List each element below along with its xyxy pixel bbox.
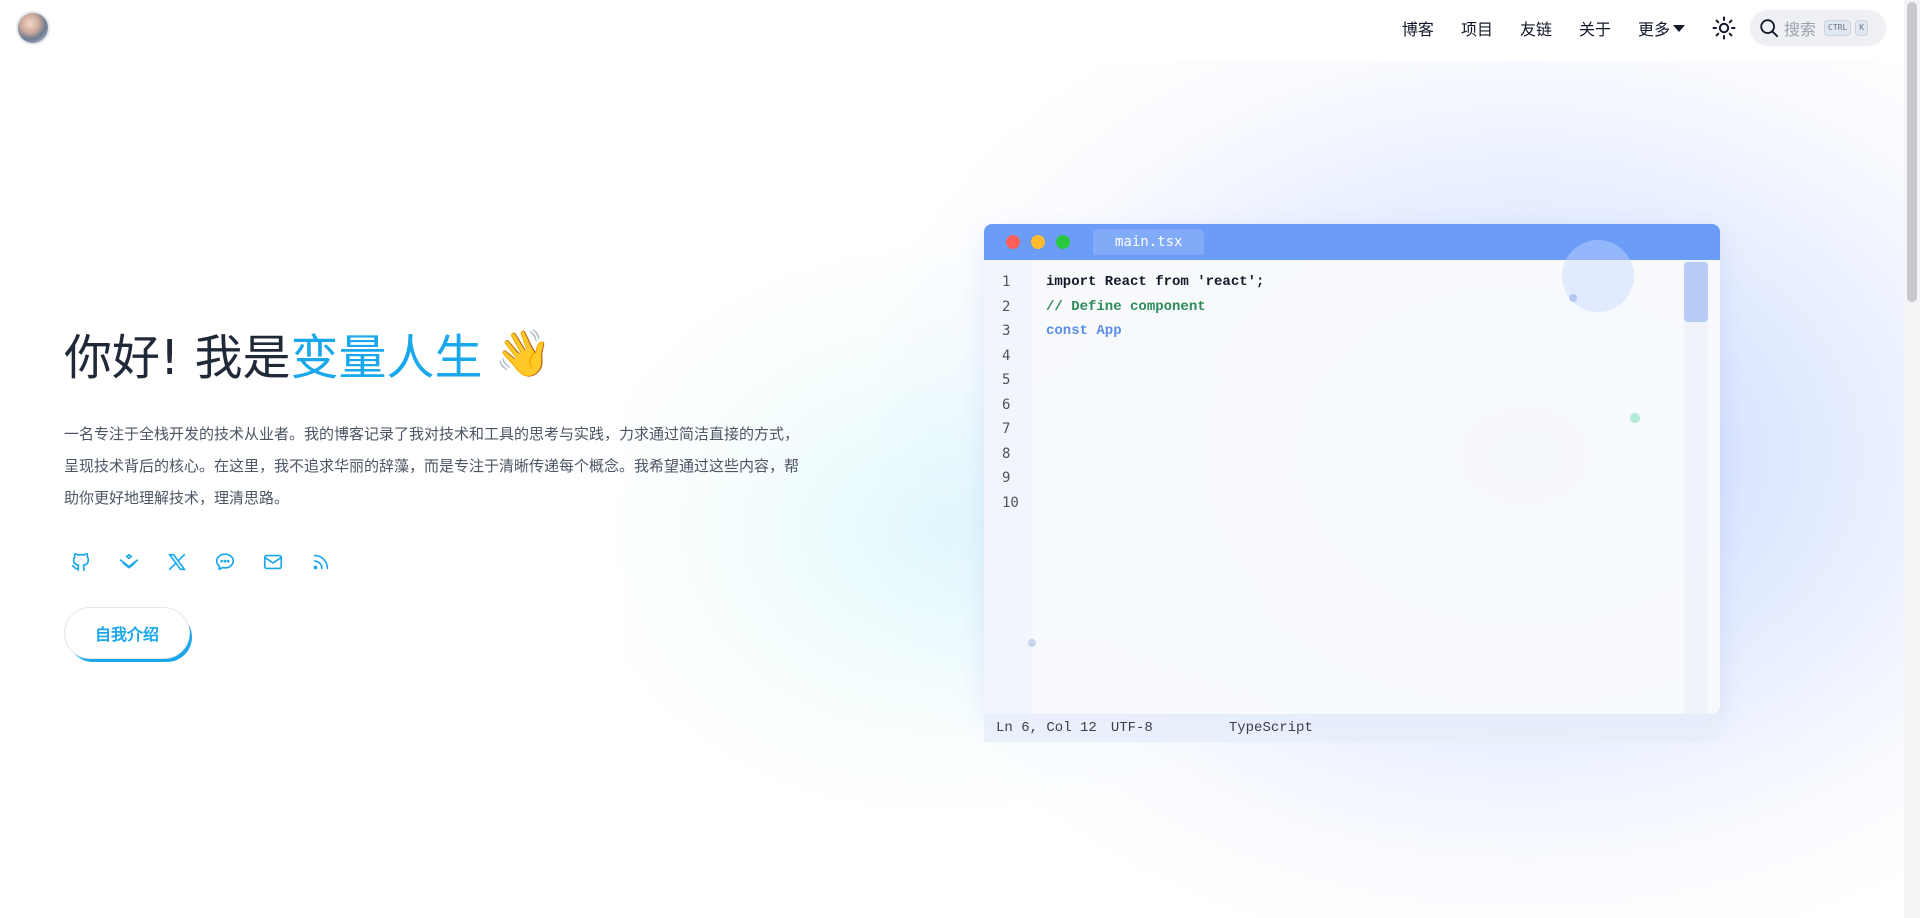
github-icon[interactable] bbox=[68, 549, 94, 575]
x-icon[interactable] bbox=[164, 549, 190, 575]
line-number: 5 bbox=[1002, 372, 1011, 388]
nav-item-more[interactable]: 更多 bbox=[1638, 16, 1685, 40]
code-line: // Define component bbox=[1046, 298, 1206, 315]
rss-icon[interactable] bbox=[308, 549, 334, 575]
line-number: 6 bbox=[1002, 396, 1011, 413]
line-number: 10 bbox=[1002, 494, 1019, 511]
line-number: 1 bbox=[1002, 274, 1011, 290]
editor-status-bar: Ln 6, Col 12 UTF-8 TypeScript bbox=[984, 714, 1720, 742]
editor-scrollbar[interactable] bbox=[1684, 262, 1708, 322]
sun-icon[interactable] bbox=[1712, 16, 1736, 40]
minimize-window-dot[interactable] bbox=[1031, 235, 1045, 249]
nav-item-more-label: 更多 bbox=[1637, 20, 1670, 39]
avatar[interactable] bbox=[16, 11, 50, 45]
top-navbar: 博客 项目 友链 关于 更多 搜索 CTRL K bbox=[0, 0, 1900, 56]
decorative-dot bbox=[1028, 639, 1036, 647]
search-icon bbox=[1758, 17, 1780, 39]
juejin-icon[interactable] bbox=[116, 549, 142, 575]
caret-down-icon bbox=[1673, 24, 1685, 32]
page-scroll-thumb[interactable] bbox=[1907, 2, 1917, 302]
hero-name: 变量人生 bbox=[290, 330, 483, 386]
line-number: 8 bbox=[1002, 445, 1011, 462]
file-encoding: UTF-8 bbox=[1110, 720, 1153, 736]
kbd-ctrl: CTRL bbox=[1824, 20, 1852, 36]
code-lines: import React from 'react'; // Define comp… bbox=[1032, 260, 1720, 714]
main-nav: 博客 项目 友链 关于 更多 搜索 CTRL K bbox=[1402, 10, 1886, 46]
mail-icon[interactable] bbox=[260, 549, 286, 575]
search-input[interactable]: 搜索 CTRL K bbox=[1750, 10, 1886, 46]
editor-tab[interactable]: main.tsx bbox=[1093, 229, 1205, 255]
intro-button[interactable]: 自我介绍 bbox=[64, 607, 190, 659]
nav-item-projects[interactable]: 项目 bbox=[1461, 16, 1493, 40]
editor-scroll-track bbox=[1684, 260, 1708, 714]
hero-description: 一名专注于全栈开发的技术从业者。我的博客记录了我对技术和工具的思考与实践，力求通… bbox=[64, 425, 800, 507]
line-number: 4 bbox=[1002, 347, 1011, 364]
close-window-dot[interactable] bbox=[1006, 235, 1020, 249]
code-editor-window: main.tsx 1 2 3 4 5 6 7 8 9 10 import React from '… bbox=[984, 224, 1720, 714]
decorative-dot bbox=[1569, 294, 1577, 302]
code-line: const App bbox=[1046, 323, 1131, 339]
nav-item-about[interactable]: 关于 bbox=[1579, 16, 1611, 40]
hero-title: 你好! 我是 变量人生 👋 bbox=[64, 318, 552, 388]
line-number-gutter: 1 2 3 4 5 6 7 8 9 10 bbox=[984, 260, 1032, 714]
page-scrollbar[interactable] bbox=[1904, 0, 1920, 918]
editor-titlebar: main.tsx bbox=[984, 224, 1720, 312]
waving-hand-icon: 👋 bbox=[494, 325, 552, 380]
editor-body: 1 2 3 4 5 6 7 8 9 10 import React from 'react'; //… bbox=[984, 260, 1720, 714]
line-number: 7 bbox=[1002, 421, 1011, 437]
nav-item-friends[interactable]: 友链 bbox=[1520, 16, 1552, 40]
nav-item-blog[interactable]: 博客 bbox=[1402, 16, 1434, 40]
code-line: import React from 'react'; bbox=[1046, 274, 1265, 290]
kbd-k: K bbox=[1855, 20, 1869, 36]
hero-greeting: 你好! 我是 bbox=[64, 330, 291, 386]
wechat-icon[interactable] bbox=[212, 549, 238, 575]
line-number: 3 bbox=[1002, 323, 1011, 339]
decorative-dot bbox=[1630, 413, 1640, 423]
file-language: TypeScript bbox=[1228, 720, 1313, 736]
social-links bbox=[68, 549, 356, 575]
search-placeholder: 搜索 bbox=[1784, 20, 1817, 39]
line-number: 2 bbox=[1002, 298, 1011, 315]
line-number: 9 bbox=[1002, 470, 1011, 486]
cursor-position: Ln 6, Col 12 bbox=[996, 720, 1097, 736]
maximize-window-dot[interactable] bbox=[1056, 235, 1070, 249]
